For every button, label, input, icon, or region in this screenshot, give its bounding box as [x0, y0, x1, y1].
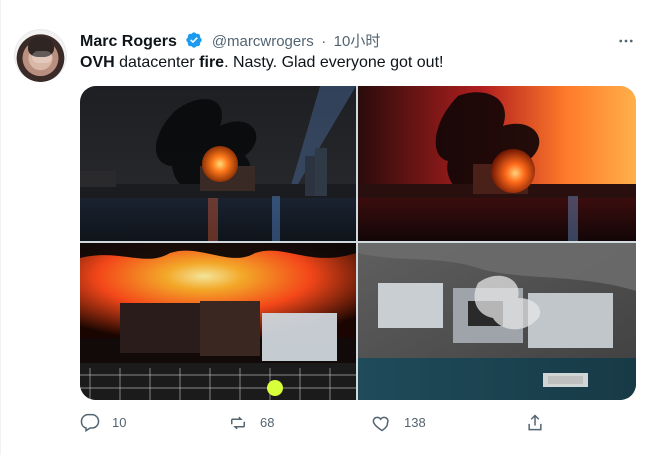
share-button[interactable] — [525, 413, 545, 433]
media-photo-3[interactable] — [80, 243, 356, 400]
media-photo-2[interactable] — [358, 86, 636, 241]
separator-dot: · — [321, 33, 327, 50]
reply-count: 10 — [112, 415, 127, 430]
reply-button[interactable]: 10 — [80, 413, 126, 433]
retweet-count: 68 — [260, 415, 275, 430]
like-icon — [372, 413, 392, 433]
like-count: 138 — [404, 415, 426, 430]
author-handle[interactable]: @marcwrogers — [212, 33, 314, 50]
tweet-text-bold-fire: fire — [199, 54, 225, 71]
tweet-text-part: . Nasty. Glad everyone got out! — [224, 54, 444, 71]
tweet[interactable]: Marc Rogers @marcwrogers · 10小时 OVH data… — [0, 0, 660, 455]
like-button[interactable]: 138 — [372, 413, 426, 433]
timestamp[interactable]: 10小时 — [334, 33, 381, 50]
media-grid[interactable] — [80, 86, 636, 400]
tweet-header: Marc Rogers @marcwrogers · 10小时 — [80, 31, 380, 51]
retweet-icon — [228, 413, 248, 433]
retweet-button[interactable]: 68 — [228, 413, 274, 433]
tweet-text-bold-ovh: OVH — [80, 54, 115, 71]
reply-icon — [80, 413, 100, 433]
tweet-text: OVH datacenter fire. Nasty. Glad everyon… — [80, 53, 443, 73]
author-name[interactable]: Marc Rogers — [80, 33, 177, 50]
media-photo-4[interactable] — [358, 243, 636, 400]
more-icon[interactable] — [612, 31, 640, 51]
share-icon — [525, 413, 545, 433]
tweet-text-part: datacenter — [114, 54, 200, 71]
verified-badge-icon — [185, 31, 203, 49]
avatar[interactable] — [14, 29, 67, 82]
media-photo-1[interactable] — [80, 86, 356, 241]
